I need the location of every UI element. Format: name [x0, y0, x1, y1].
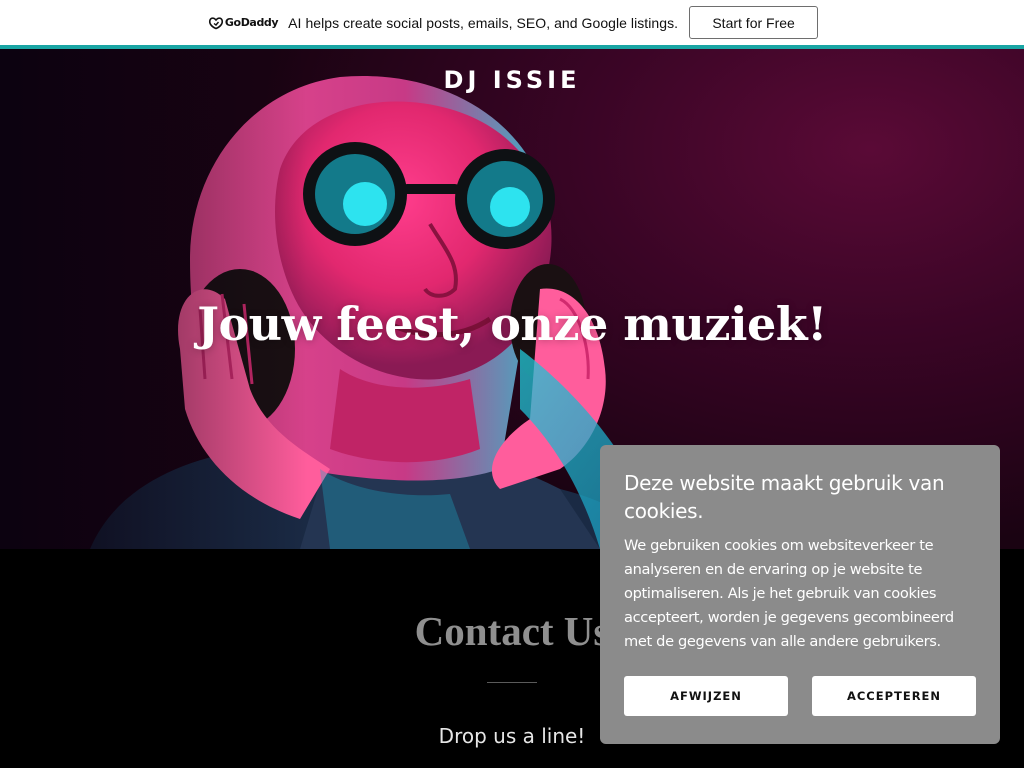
cookie-actions: AFWIJZEN ACCEPTEREN	[624, 676, 976, 716]
cookie-consent-dialog: Deze website maakt gebruik van cookies. …	[600, 445, 1000, 744]
site-title[interactable]: DJ ISSIE	[0, 66, 1024, 94]
accept-cookies-button[interactable]: ACCEPTEREN	[812, 676, 976, 716]
cookie-title: Deze website maakt gebruik van cookies.	[624, 471, 945, 523]
promo-message: AI helps create social posts, emails, SE…	[288, 14, 679, 31]
section-divider	[487, 682, 537, 683]
cookie-description: We gebruiken cookies om websiteverkeer t…	[624, 537, 954, 650]
start-for-free-button[interactable]: Start for Free	[689, 6, 819, 39]
godaddy-logo-text: GoDaddy	[224, 16, 279, 29]
promo-content: GoDaddy AI helps create social posts, em…	[208, 6, 819, 39]
godaddy-logo[interactable]: GoDaddy	[208, 16, 279, 30]
godaddy-icon	[208, 16, 223, 29]
decline-cookies-button[interactable]: AFWIJZEN	[624, 676, 788, 716]
promo-banner: GoDaddy AI helps create social posts, em…	[0, 0, 1024, 45]
hero-heading: Jouw feest, onze muziek!	[197, 297, 827, 351]
